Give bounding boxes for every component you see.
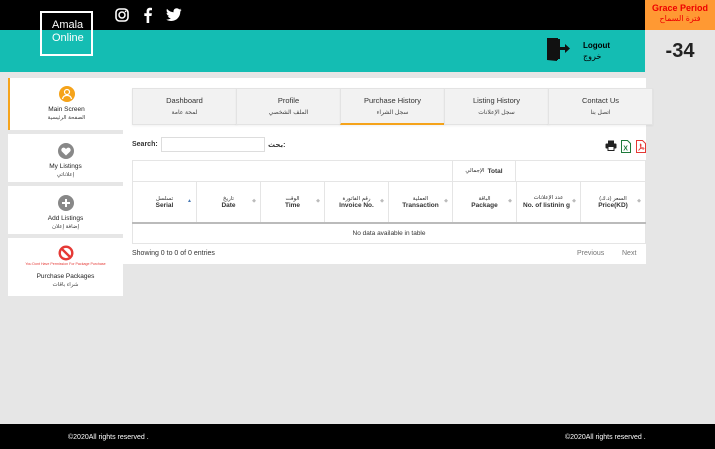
permission-warning: You Dont Have Permission For Package Pur… xyxy=(25,262,106,266)
logo-line-1: Amala xyxy=(52,19,84,31)
grace-period-label: Grace Period xyxy=(651,3,709,13)
svg-text:X: X xyxy=(623,146,628,153)
sort-icon: ◆ xyxy=(444,198,448,204)
sidebar-item-sublabel: إضافة إعلان xyxy=(51,224,80,230)
search-label-ar: بحث: xyxy=(268,142,286,149)
twitter-icon[interactable] xyxy=(165,6,183,24)
column-price[interactable]: السعر (د.ك) Price(KD) ◆ xyxy=(580,182,646,222)
tab-label-ar: سجل الشراء xyxy=(376,110,409,116)
purchase-history-table: Total الإجمالي تسلسل Serial ▲ تاريخ Date… xyxy=(132,160,646,244)
sidebar-item-main-screen[interactable]: Main Screen الصفحة الرئيسية xyxy=(8,78,123,130)
sort-icon: ◆ xyxy=(637,198,641,204)
plus-icon xyxy=(57,195,74,211)
search-label: Search: xyxy=(132,141,158,148)
tab-purchase-history[interactable]: Purchase History سجل الشراء xyxy=(340,88,445,125)
sort-icon: ◆ xyxy=(572,198,576,204)
sidebar: Main Screen الصفحة الرئيسية My Listings … xyxy=(8,78,123,300)
sidebar-item-label: Purchase Packages xyxy=(36,273,95,280)
sidebar-item-my-listings[interactable]: My Listings إعلاناتي xyxy=(8,134,123,182)
grace-period-counter: -34 xyxy=(645,30,715,72)
column-time[interactable]: الوقت Time ◆ xyxy=(260,182,324,222)
tab-dashboard[interactable]: Dashboard لمحة عامة xyxy=(132,88,237,125)
column-label: Date xyxy=(221,201,236,209)
previous-button[interactable]: Previous xyxy=(577,250,604,257)
facebook-icon[interactable] xyxy=(139,6,157,24)
sidebar-item-add-listings[interactable]: Add Listings إضافة إعلان xyxy=(8,186,123,234)
instagram-icon[interactable] xyxy=(113,6,131,24)
footer: ©2020All rights reserved . ©2020All righ… xyxy=(0,424,715,449)
search-input[interactable] xyxy=(161,137,265,152)
empty-table-message: No data available in table xyxy=(132,224,646,244)
sidebar-item-label: Add Listings xyxy=(47,215,84,222)
user-icon xyxy=(58,86,75,102)
top-bar xyxy=(0,0,645,30)
heart-icon xyxy=(57,143,74,159)
main-panel: Dashboard لمحة عامة Profile الملف الشخصي… xyxy=(123,78,653,264)
footer-copyright-left: ©2020All rights reserved . xyxy=(68,434,149,441)
tab-label: Profile xyxy=(277,96,300,105)
sidebar-item-sublabel: إعلاناتي xyxy=(56,172,75,178)
group-header-label: Total xyxy=(487,167,503,175)
excel-export-icon[interactable]: X xyxy=(621,140,631,156)
logout-label: Logout xyxy=(583,41,611,50)
tab-label: Dashboard xyxy=(166,96,203,105)
group-header-total: Total الإجمالي xyxy=(452,160,516,182)
table-header-row: تسلسل Serial ▲ تاريخ Date ◆ الوقت Time ◆… xyxy=(132,182,646,224)
header-spacer xyxy=(516,160,646,182)
tab-label: Purchase History xyxy=(363,96,422,105)
grace-period-badge: Grace Period فترة السماح xyxy=(645,0,715,30)
grace-period-label-ar: فترة السماح xyxy=(659,14,701,23)
tab-listing-history[interactable]: Listing History سجل الإعلانات xyxy=(444,88,549,125)
logout-icon xyxy=(545,36,571,67)
sidebar-item-label: Main Screen xyxy=(48,106,85,113)
footer-copyright-right: ©2020All rights reserved . xyxy=(565,434,646,441)
print-icon[interactable] xyxy=(605,140,617,154)
sort-asc-icon: ▲ xyxy=(187,198,192,204)
tab-contact-us[interactable]: Contact Us اتصل بنا xyxy=(548,88,653,125)
table-group-header: Total الإجمالي xyxy=(132,160,646,182)
sort-icon: ◆ xyxy=(316,198,320,204)
logo-line-2: Online xyxy=(52,32,84,44)
column-label: Transaction xyxy=(402,201,439,209)
header-spacer xyxy=(132,160,452,182)
column-package[interactable]: الباقة Package ◆ xyxy=(452,182,516,222)
column-label: Invoice No. xyxy=(339,201,374,209)
column-serial[interactable]: تسلسل Serial ▲ xyxy=(132,182,196,222)
no-entry-icon xyxy=(57,245,74,261)
tab-label: Listing History xyxy=(472,96,521,105)
tab-label: Contact Us xyxy=(581,96,620,105)
group-header-label-ar: الإجمالي xyxy=(465,168,485,174)
tab-label-ar: اتصل بنا xyxy=(590,110,611,116)
logout-label-ar: خروج xyxy=(583,52,602,61)
table-info: Showing 0 to 0 of 0 entries xyxy=(132,250,215,257)
column-label: Price(KD) xyxy=(598,201,628,209)
sort-icon: ◆ xyxy=(508,198,512,204)
column-label: Time xyxy=(284,201,301,209)
sort-icon: ◆ xyxy=(252,198,256,204)
sidebar-item-purchase-packages[interactable]: You Dont Have Permission For Package Pur… xyxy=(8,238,123,296)
column-no-of-listings[interactable]: عدد الإعلانات No. of listinin g ◆ xyxy=(516,182,580,222)
sort-icon: ◆ xyxy=(380,198,384,204)
sidebar-item-label: My Listings xyxy=(49,163,82,170)
sidebar-item-sublabel: شراء باقات xyxy=(52,282,79,288)
next-button[interactable]: Next xyxy=(622,250,636,257)
tab-label-ar: الملف الشخصي xyxy=(268,110,309,116)
tab-profile[interactable]: Profile الملف الشخصي xyxy=(236,88,341,125)
tab-label-ar: سجل الإعلانات xyxy=(478,110,515,116)
sidebar-item-sublabel: الصفحة الرئيسية xyxy=(47,115,86,121)
column-date[interactable]: تاريخ Date ◆ xyxy=(196,182,260,222)
column-transaction[interactable]: العملية Transaction ◆ xyxy=(388,182,452,222)
site-logo[interactable]: Amala Online xyxy=(40,11,93,56)
pdf-export-icon[interactable] xyxy=(636,140,646,156)
column-label: Package xyxy=(471,201,498,209)
logout-button[interactable]: Logout خروج xyxy=(545,36,610,66)
tab-label-ar: لمحة عامة xyxy=(171,110,198,116)
column-invoice-no[interactable]: رقم الفاتورة Invoice No. ◆ xyxy=(324,182,388,222)
column-label: No. of listinin g xyxy=(523,201,570,209)
